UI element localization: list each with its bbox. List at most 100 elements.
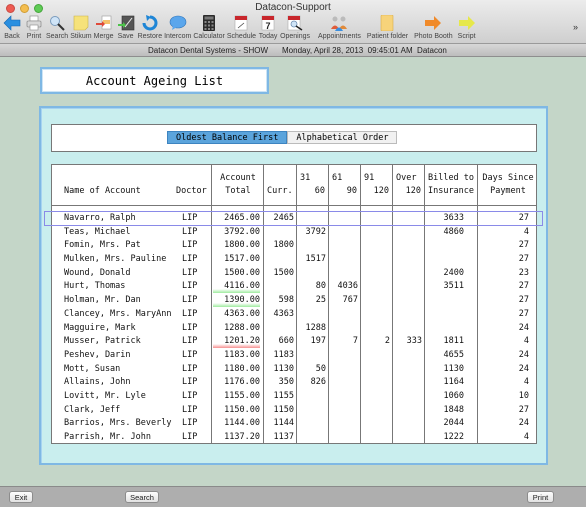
cell-account-total: 3792.00 [224,226,260,237]
toolbar-restore-button[interactable]: Restore [138,14,162,40]
toolbar-merge-button[interactable]: Merge [94,14,114,40]
table-row[interactable]: Peshev, Darin LIP 1183.00 1183 4655 24 [52,349,536,363]
header-account-total-line2[interactable]: Total [218,185,258,198]
table-row[interactable]: Hurt, Thomas LIP 4116.00 80 4036 3511 27 [52,280,536,294]
header-91-120-line1[interactable]: 91 [364,172,374,185]
toolbar-back-button[interactable]: Back [2,14,22,40]
table-row[interactable]: Fomin, Mrs. Pat LIP 1800.00 1800 27 [52,239,536,253]
cell-account-total: 1288.00 [224,322,260,333]
toolbar-script-button[interactable]: Script [457,14,477,40]
cell-days-since-payment: 23 [518,267,529,278]
header-current[interactable]: Curr. [267,185,293,198]
ageing-table: Name of Account Doctor Account Total Cur… [44,164,543,445]
table-row[interactable]: Navarro, Ralph LIP 2465.00 2465 3633 27 [44,211,543,226]
table-row[interactable]: Teas, Michael LIP 3792.00 3792 4860 4 [52,226,536,240]
table-row[interactable]: Musser, Patrick LIP 1201.20 660 197 7 2 333 1811… [52,335,536,349]
window-title: Datacon-Support [255,2,331,13]
header-over-120-line1[interactable]: Over [396,172,416,185]
system-name: Datacon Dental Systems - SHOW [148,45,269,55]
table-row[interactable]: Holman, Mr. Dan LIP 1390.00 598 25 767 27 [52,294,536,308]
cell-days-since-payment: 27 [518,213,529,223]
header-31-60-line1[interactable]: 31 [300,172,310,185]
save-icon [116,14,136,32]
table-row[interactable]: Parrish, Mr. John LIP 1137.20 1137 1222 4 [52,431,536,445]
header-91-120-line2[interactable]: 120 [364,185,389,198]
bottom-bar: Exit Search Print [0,486,586,507]
toolbar-save-button[interactable]: Save [116,14,136,40]
header-31-60-line2[interactable]: 60 [300,185,325,198]
datetime-readout: Monday, April 28, 2013 09:45:01 AM Datac… [282,45,447,55]
header-61-90-line2[interactable]: 90 [332,185,357,198]
cell-31-60: 25 [315,295,326,306]
toolbar-overflow-button[interactable]: » [573,22,578,32]
table-row[interactable]: Clancey, Mrs. MaryAnn LIP 4363.00 4363 27 [52,308,536,322]
cell-days-since-payment: 27 [518,404,529,415]
cell-billed-insurance: 1222 [443,432,464,442]
cell-doctor: LIP [182,377,198,388]
cell-days-since-payment: 4 [523,432,529,442]
header-account-total-line1[interactable]: Account [218,172,258,185]
header-doctor[interactable]: Doctor [176,185,207,198]
cell-account-name: Holman, Mr. Dan [64,295,141,306]
cell-account-total: 1144.00 [224,418,260,429]
search-button[interactable]: Search [125,491,159,503]
header-over-120-line2[interactable]: 120 [396,185,421,198]
table-row[interactable]: Clark, Jeff LIP 1150.00 1150 1848 27 [52,404,536,418]
cell-days-since-payment: 4 [523,377,529,388]
cell-account-total: 1176.00 [224,377,260,388]
calendar-today-icon: 7 [258,14,278,32]
cell-current: 2465 [273,213,294,223]
sort-oldest-balance-first-tab[interactable]: Oldest Balance First [167,131,288,144]
table-row[interactable]: Lovitt, Mr. Lyle LIP 1155.00 1155 1060 10 [52,390,536,404]
table-row[interactable]: Magguire, Mark LIP 1288.00 1288 24 [52,322,536,336]
magnifier-icon [47,14,67,32]
table-row[interactable]: Mulken, Mrs. Pauline LIP 1517.00 1517 27 [52,253,536,267]
cell-days-since-payment: 4 [523,336,529,347]
cell-billed-insurance: 4655 [443,349,464,360]
toolbar-patient-folder-button[interactable]: Patient folder [367,14,408,40]
toolbar-intercom-button[interactable]: Intercom [164,14,191,40]
toolbar-appointments-button[interactable]: Appointments [318,14,361,40]
cell-days-since-payment: 27 [518,240,529,251]
toolbar-stikum-button[interactable]: Stikum [70,14,92,40]
report-panel: Oldest Balance First Alphabetical Order … [39,106,548,465]
header-name-of-account[interactable]: Name of Account [64,185,141,198]
table-row[interactable]: Wound, Donald LIP 1500.00 1500 2400 23 [52,267,536,281]
table-header: Name of Account Doctor Account Total Cur… [52,165,536,206]
toolbar-openings-button[interactable]: Openings [280,14,310,40]
cell-current: 1155 [273,390,294,401]
cell-31-60: 50 [315,363,326,374]
cell-doctor: LIP [182,363,198,374]
toolbar-photo-booth-button[interactable]: Photo Booth [414,14,453,40]
sticky-note-icon [71,14,91,32]
toolbar-calculator-button[interactable]: Calculator [193,14,225,40]
cell-31-60: 826 [310,377,326,388]
cell-account-total: 1183.00 [224,349,260,360]
toolbar-schedule-button[interactable]: Schedule [227,14,256,40]
toolbar-print-button[interactable]: Print [24,14,44,40]
cell-account-name: Lovitt, Mr. Lyle [64,390,146,401]
cell-account-name: Barrios, Mrs. Beverly [64,418,172,429]
exit-button[interactable]: Exit [9,491,33,503]
header-61-90-line1[interactable]: 61 [332,172,342,185]
table-row[interactable]: Barrios, Mrs. Beverly LIP 1144.00 1144 2044 2… [52,417,536,431]
table-row[interactable]: Allains, John LIP 1176.00 350 826 1164 4 [52,376,536,390]
cell-account-name: Clark, Jeff [64,404,121,415]
cell-account-total: 1517.00 [224,254,260,265]
header-billed-insurance-line2[interactable]: Insurance [426,185,476,198]
header-days-since-payment-line2[interactable]: Payment [479,185,537,198]
printer-icon [24,14,44,32]
table-row[interactable]: Mott, Susan LIP 1180.00 1130 50 1130 24 [52,363,536,377]
print-button[interactable]: Print [527,491,554,503]
cell-account-total: 1180.00 [224,363,260,374]
header-days-since-payment-line1[interactable]: Days Since [479,172,537,185]
cell-doctor: LIP [182,213,198,223]
cell-account-total: 1500.00 [224,267,260,278]
sort-alphabetical-order-tab[interactable]: Alphabetical Order [287,131,398,144]
cell-account-total: 1137.20 [224,432,260,442]
window-title-bar: Datacon-Support Back Print Search Stikum [0,0,586,44]
header-billed-insurance-line1[interactable]: Billed to [426,172,476,185]
merge-icon [94,14,114,32]
toolbar-today-button[interactable]: 7 Today [258,14,278,40]
toolbar-search-button[interactable]: Search [46,14,68,40]
